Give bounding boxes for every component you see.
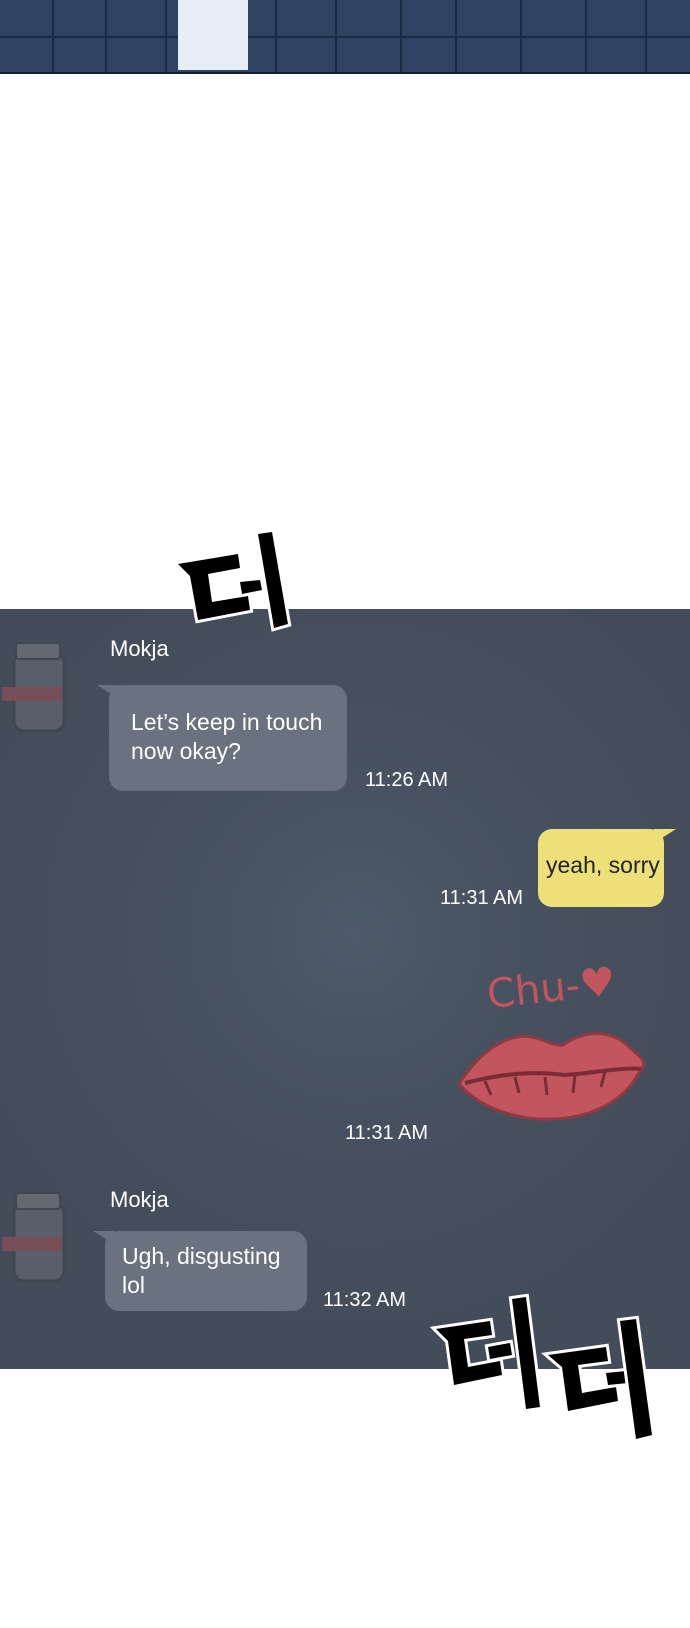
chat-screen: Mokja Let’s keep in touch now okay? 11:2… [0, 609, 690, 1369]
message-bubble-outgoing[interactable]: yeah, sorry [538, 829, 676, 907]
message-text-line: Ugh, disgusting [122, 1243, 281, 1269]
building-window-panel [0, 0, 690, 74]
sticker-caption: Chu-♥ [485, 959, 618, 1018]
message-text-line: lol [122, 1272, 146, 1298]
bubble-tail [97, 685, 119, 699]
message-text: yeah, sorry [546, 852, 660, 878]
bubble-tail [93, 1231, 115, 1245]
sound-effect-mark [430, 1293, 656, 1443]
window-grid-line [585, 0, 587, 72]
avatar-icon [2, 1192, 66, 1283]
window-grid-line [52, 0, 54, 72]
message-text-line: Let’s keep in touch [131, 709, 323, 735]
window-grid-line [520, 0, 522, 72]
lips-kiss-sticker[interactable]: Chu-♥ [455, 949, 655, 1149]
sender-name: Mokja [110, 636, 169, 661]
window-grid-line [165, 0, 167, 72]
message-time: 11:32 AM [323, 1289, 407, 1311]
message-text-line: now okay? [131, 738, 241, 764]
window-grid-line [275, 0, 277, 72]
window-grid-line [455, 0, 457, 72]
avatar[interactable] [2, 1189, 74, 1289]
sound-effect-mark [171, 528, 292, 632]
window-grid-line [105, 0, 107, 72]
lips-kiss-icon: Chu-♥ [457, 959, 646, 1121]
lit-window [178, 0, 248, 70]
message-bubble[interactable]: Let’s keep in touch now okay? [97, 685, 347, 791]
sender-name: Mokja [110, 1187, 169, 1212]
window-grid-line [645, 0, 647, 72]
message-time: 11:31 AM [345, 1122, 429, 1144]
avatar-icon [2, 642, 66, 733]
window-grid-line [400, 0, 402, 72]
message-bubble[interactable]: Ugh, disgusting lol [93, 1231, 307, 1311]
window-grid-line [335, 0, 337, 72]
message-time: 11:26 AM [365, 769, 449, 791]
message-time: 11:31 AM [440, 887, 524, 909]
bubble-tail [654, 829, 676, 843]
avatar[interactable] [2, 639, 74, 739]
